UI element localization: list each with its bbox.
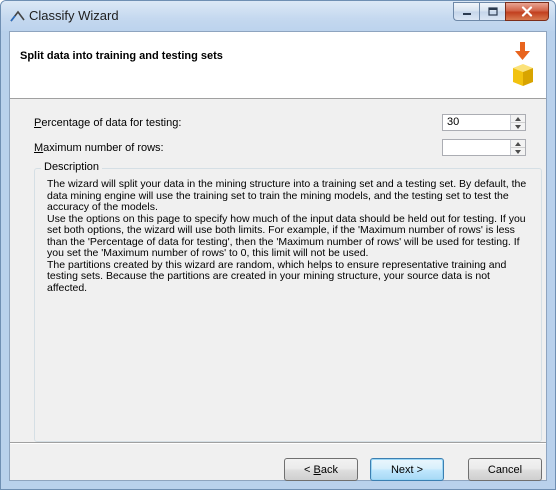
percentage-spin-buttons [510,115,525,130]
back-button-label: ack [320,463,338,476]
spin-up-icon [515,116,521,121]
back-button-mnemonic: B [313,463,321,476]
close-icon [521,6,533,17]
spin-down-icon [515,124,521,129]
percentage-spin-up[interactable] [511,115,525,123]
description-paragraph: The partitions created by this wizard ar… [47,258,507,294]
max-rows-spinner[interactable] [442,139,526,156]
description-paragraph: The wizard will split your data in the m… [47,178,527,213]
spin-down-icon [515,149,521,154]
max-rows-spin-up[interactable] [511,140,525,148]
percentage-spin-down[interactable] [511,123,525,130]
data-split-graphic [513,42,533,86]
next-button[interactable]: Next > [370,458,444,481]
max-rows-mnemonic: M [34,142,44,154]
minimize-button[interactable] [453,2,479,21]
page-title: Split data into training and testing set… [20,50,223,62]
cancel-button-label: Cancel [487,463,523,476]
wizard-window: Classify Wizard Split data into training… [0,0,556,490]
window-title: Classify Wizard [29,8,119,23]
wizard-client-area: Split data into training and testing set… [9,31,547,481]
next-button-label: Next > [390,463,424,476]
percentage-value[interactable]: 30 [447,116,459,128]
minimize-icon [462,12,471,15]
maximize-button[interactable] [479,2,505,21]
maximize-icon [487,7,498,16]
percentage-spinner[interactable]: 30 [442,114,526,131]
spin-up-icon [515,141,521,146]
max-rows-spin-buttons [510,140,525,155]
description-text: The wizard will split your data in the m… [47,178,531,294]
max-rows-spin-down[interactable] [511,148,525,155]
caption-buttons [453,2,549,22]
percentage-label: Percentage of data for testing: [34,117,181,129]
max-rows-label-text: aximum number of rows: [43,142,164,154]
description-group: Description The wizard will split your d… [34,161,542,442]
percentage-label-text: ercentage of data for testing: [41,117,182,129]
description-paragraph: Use the options on this page to specify … [47,212,526,259]
wizard-header: Split data into training and testing set… [10,32,546,99]
close-button[interactable] [505,2,549,21]
wizard-app-icon [10,10,25,22]
title-bar[interactable]: Classify Wizard [1,1,555,31]
footer-separator [10,442,546,444]
back-button[interactable]: < Back [284,458,358,481]
back-button-prefix: < [304,463,314,476]
max-rows-label: Maximum number of rows: [34,142,164,154]
cancel-button[interactable]: Cancel [468,458,542,481]
description-heading: Description [41,161,103,173]
